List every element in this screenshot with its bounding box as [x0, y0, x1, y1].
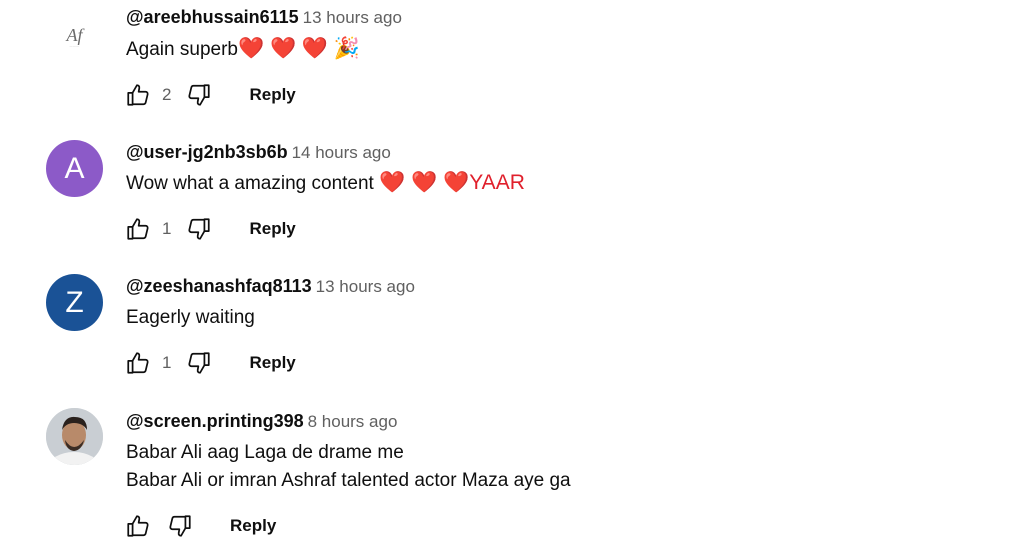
comment-text-line: Babar Ali or imran Ashraf talented actor… — [126, 467, 571, 495]
comment-header: @user-jg2nb3sb6b 14 hours ago — [126, 142, 391, 163]
comment-author[interactable]: @user-jg2nb3sb6b — [126, 142, 288, 162]
thumbs-up-icon[interactable] — [124, 81, 152, 109]
avatar[interactable] — [46, 408, 103, 465]
comment-actions: Reply — [124, 511, 276, 541]
like-count: 1 — [162, 219, 172, 238]
avatar-photo — [46, 408, 103, 465]
avatar-letter: Z — [65, 285, 84, 319]
comment-actions: 2 Reply — [124, 80, 296, 110]
comment-emoji: ❤️ ❤️ ❤️ 🎉 — [237, 37, 361, 60]
comment-header: @screen.printing398 8 hours ago — [126, 411, 397, 432]
thumbs-up-icon[interactable] — [124, 349, 152, 377]
thumbs-down-icon[interactable] — [185, 215, 213, 243]
comment-text: Eagerly waiting — [126, 304, 255, 332]
avatar[interactable]: Z — [46, 274, 103, 331]
avatar[interactable]: Af ——— — [46, 8, 103, 65]
comment-actions: 1 Reply — [124, 214, 296, 244]
thumbs-up-icon[interactable] — [124, 512, 152, 540]
thumbs-down-icon[interactable] — [166, 512, 194, 540]
thumbs-down-icon[interactable] — [185, 81, 213, 109]
comment-time[interactable]: 13 hours ago — [316, 277, 415, 296]
avatar-logo-mark: ——— — [69, 44, 80, 48]
like-count: 2 — [162, 85, 172, 104]
reply-button[interactable]: Reply — [249, 219, 295, 239]
thumbs-up-icon[interactable] — [124, 215, 152, 243]
comment-header: @zeeshanashfaq8113 13 hours ago — [126, 276, 415, 297]
comment-emoji: ❤️ ❤️ ❤️YAAR — [379, 171, 525, 194]
avatar[interactable]: A — [46, 140, 103, 197]
comment-author[interactable]: @screen.printing398 — [126, 411, 304, 431]
reply-button[interactable]: Reply — [249, 85, 295, 105]
comment-text: Again superb❤️ ❤️ ❤️ 🎉 — [126, 35, 360, 64]
comment-text: Wow what a amazing content ❤️ ❤️ ❤️YAAR — [126, 169, 525, 198]
comment-body: Again superb — [126, 39, 238, 60]
comment-body: Eagerly waiting — [126, 307, 255, 328]
comment-header: @areebhussain6115 13 hours ago — [126, 7, 402, 28]
avatar-letter: A — [64, 151, 85, 185]
comment-actions: 1 Reply — [124, 348, 296, 378]
reply-button[interactable]: Reply — [230, 516, 276, 536]
like-count: 1 — [162, 353, 172, 372]
comment-body: Babar Ali aag Laga de drame me — [126, 442, 404, 463]
avatar-logo-glyph: Af — [66, 25, 83, 45]
comment-author[interactable]: @areebhussain6115 — [126, 7, 299, 27]
comment-body: Wow what a amazing content — [126, 173, 374, 194]
comment-time[interactable]: 13 hours ago — [303, 8, 402, 27]
comment-time[interactable]: 8 hours ago — [308, 412, 398, 431]
comment-author[interactable]: @zeeshanashfaq8113 — [126, 276, 312, 296]
comment-time[interactable]: 14 hours ago — [292, 143, 391, 162]
reply-button[interactable]: Reply — [249, 353, 295, 373]
comment-text-line: Babar Ali aag Laga de drame me — [126, 439, 404, 467]
comment-body: Babar Ali or imran Ashraf talented actor… — [126, 470, 571, 491]
thumbs-down-icon[interactable] — [185, 349, 213, 377]
